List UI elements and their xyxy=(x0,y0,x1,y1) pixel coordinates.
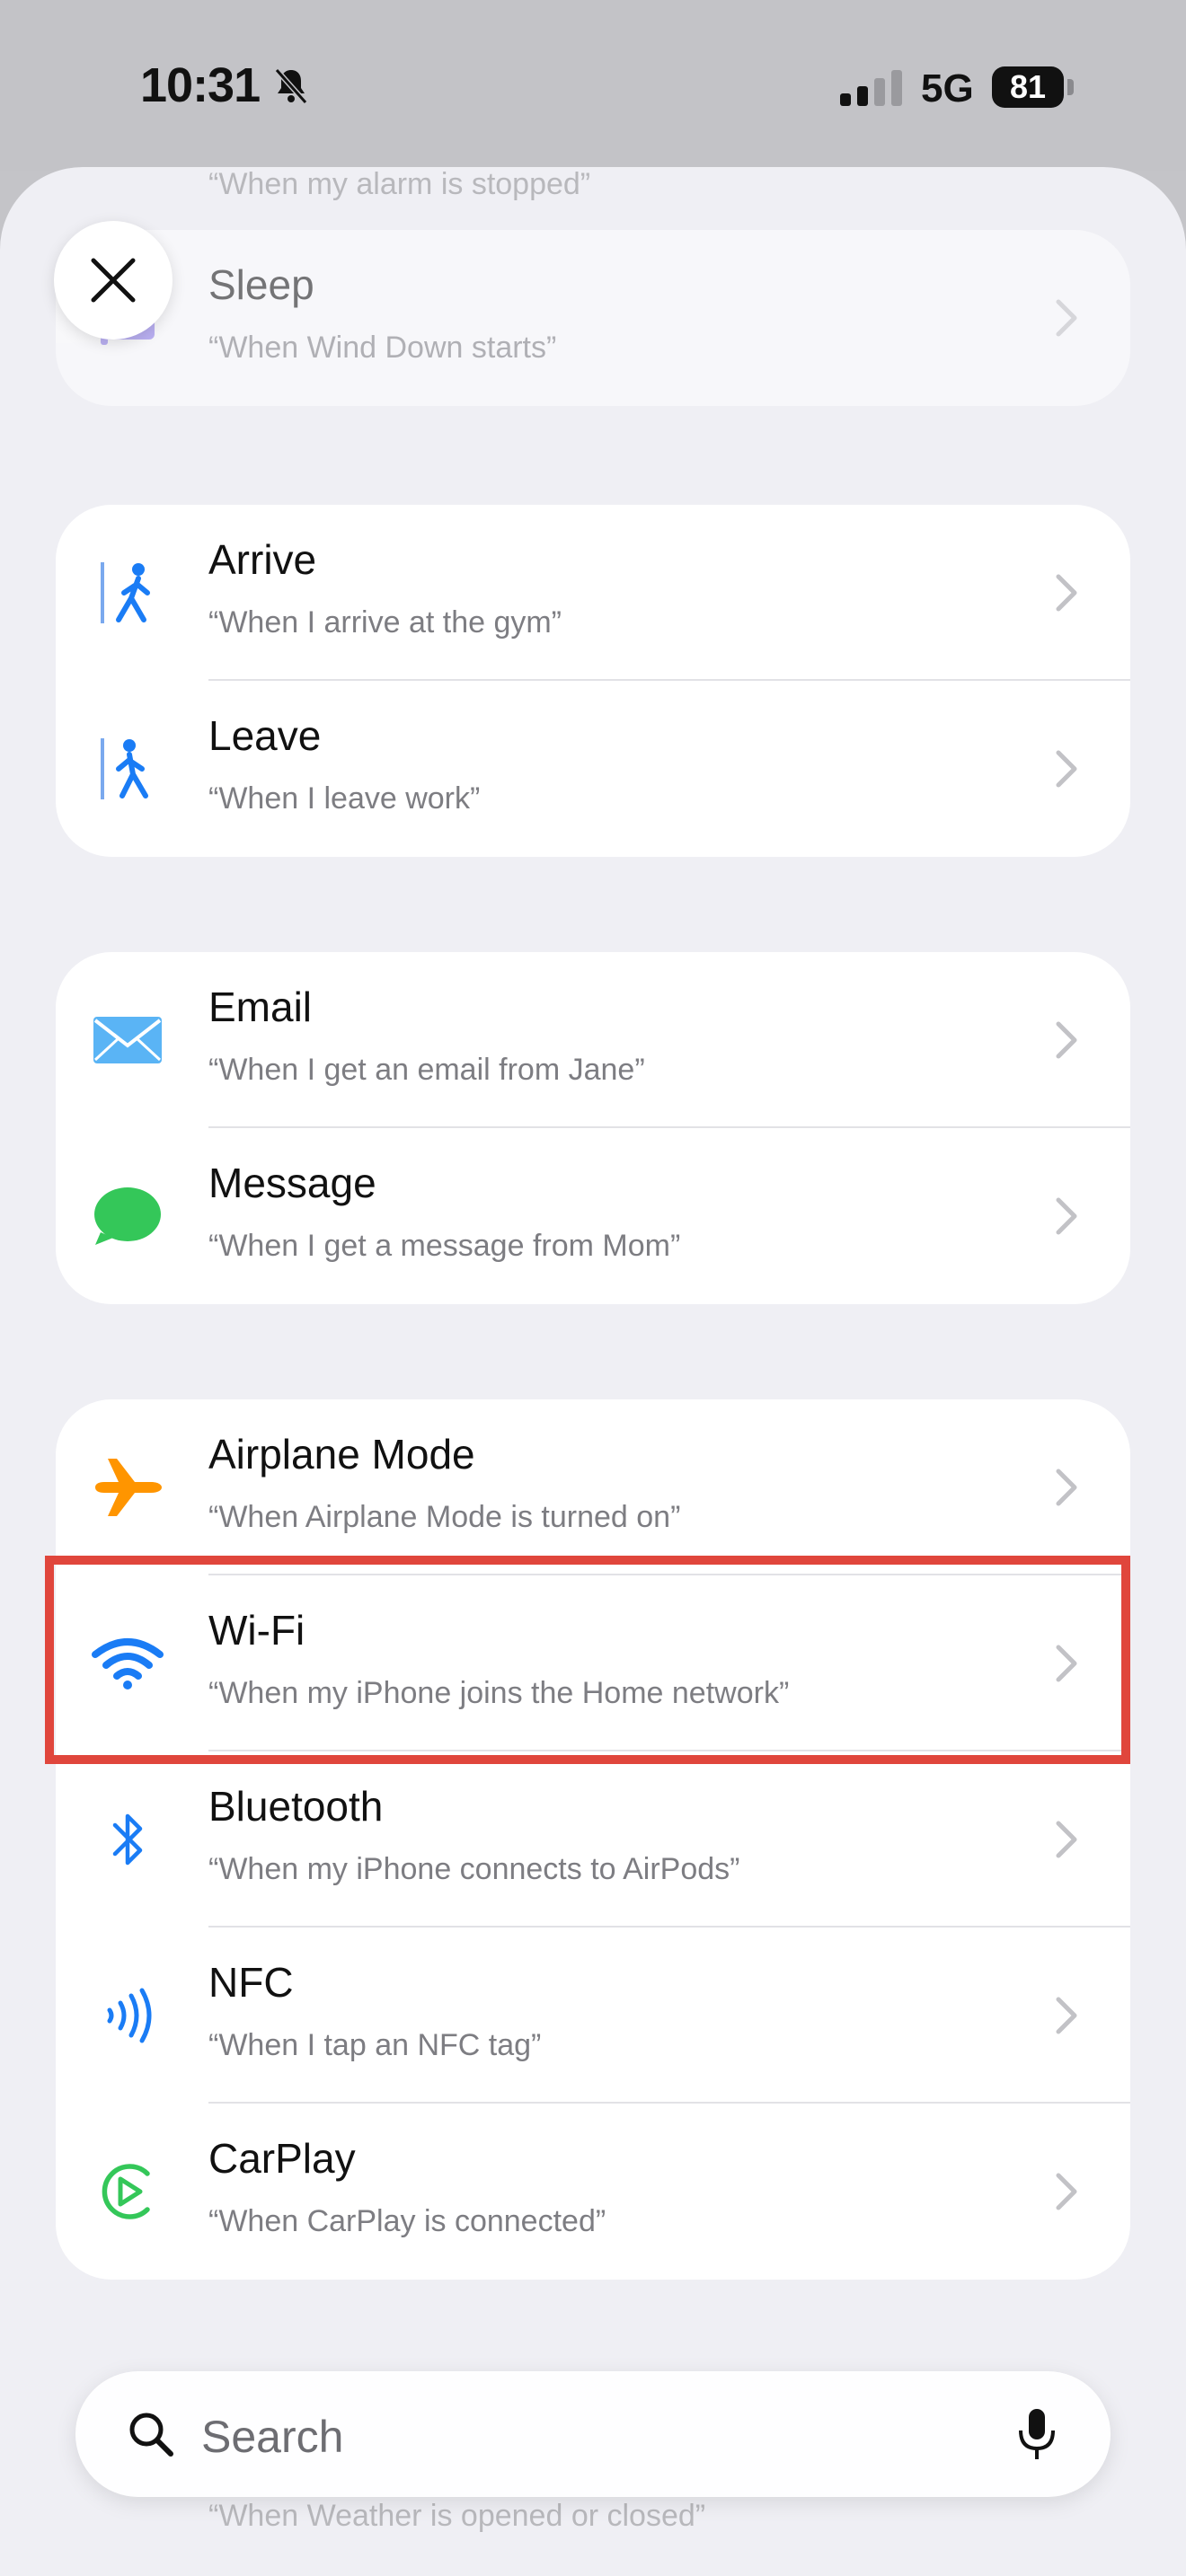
row-title: Leave xyxy=(208,712,322,759)
row-title: Bluetooth xyxy=(208,1783,384,1830)
group-sleep: Sleep “When Wind Down starts” xyxy=(56,230,1130,406)
group-communication: Email “When I get an email from Jane” Me… xyxy=(56,952,1130,1304)
chevron-right-icon xyxy=(1056,2173,1077,2210)
list-item-wifi[interactable]: Wi-Fi “When my iPhone joins the Home net… xyxy=(56,1575,1130,1751)
list-item-sleep[interactable]: Sleep “When Wind Down starts” xyxy=(56,230,1130,406)
row-subtitle: “When my iPhone joins the Home network” xyxy=(208,1676,790,1710)
close-icon xyxy=(91,258,136,303)
row-title: Arrive xyxy=(208,536,317,583)
chevron-right-icon xyxy=(1056,750,1077,788)
row-subtitle: “When Wind Down starts” xyxy=(208,331,557,365)
leave-icon xyxy=(92,733,164,805)
status-bar: 10:31 5G 81 xyxy=(0,0,1186,171)
row-title: Message xyxy=(208,1160,376,1206)
airplane-icon xyxy=(92,1451,164,1523)
list-item-bluetooth[interactable]: Bluetooth “When my iPhone connects to Ai… xyxy=(56,1751,1130,1928)
chevron-right-icon xyxy=(1056,1021,1077,1059)
group-location: Arrive “When I arrive at the gym” Leave … xyxy=(56,505,1130,857)
row-title: Airplane Mode xyxy=(208,1431,475,1478)
battery-cap xyxy=(1067,79,1074,95)
chevron-right-icon xyxy=(1056,1197,1077,1235)
nfc-icon xyxy=(92,1980,164,2051)
row-title: Email xyxy=(208,984,313,1030)
email-icon xyxy=(92,1004,164,1076)
chevron-right-icon xyxy=(1056,1821,1077,1858)
row-subtitle: “When I arrive at the gym” xyxy=(208,605,562,640)
group-device-triggers: Airplane Mode “When Airplane Mode is tur… xyxy=(56,1399,1130,2280)
bluetooth-icon xyxy=(92,1804,164,1875)
row-title: NFC xyxy=(208,1959,294,2006)
row-subtitle: “When my iPhone connects to AirPods” xyxy=(208,1852,740,1886)
carplay-icon xyxy=(92,2156,164,2228)
list-item-message[interactable]: Message “When I get a message from Mom” xyxy=(56,1128,1130,1304)
search-input[interactable]: Search xyxy=(201,2411,343,2463)
message-icon xyxy=(92,1180,164,1252)
scrolled-text-top: “When my alarm is stopped” xyxy=(208,167,591,201)
row-title: CarPlay xyxy=(208,2135,356,2182)
chevron-right-icon xyxy=(1056,574,1077,612)
chevron-right-icon xyxy=(1056,1645,1077,1682)
bell-slash-icon xyxy=(274,68,308,104)
network-type: 5G xyxy=(921,66,974,110)
search-icon xyxy=(129,2413,173,2457)
close-button[interactable] xyxy=(54,221,173,340)
row-title: Wi-Fi xyxy=(208,1607,305,1654)
chevron-right-icon xyxy=(1056,299,1077,337)
row-subtitle: “When I get a message from Mom” xyxy=(208,1229,681,1263)
chevron-right-icon xyxy=(1056,1469,1077,1506)
list-item-leave[interactable]: Leave “When I leave work” xyxy=(56,681,1130,857)
row-subtitle: “When I get an email from Jane” xyxy=(208,1053,645,1087)
microphone-icon[interactable] xyxy=(1017,2407,1057,2461)
automation-sheet: “When my alarm is stopped” Sleep “When W… xyxy=(0,167,1186,2576)
list-item-arrive[interactable]: Arrive “When I arrive at the gym” xyxy=(56,505,1130,681)
row-subtitle: “When Airplane Mode is turned on” xyxy=(208,1500,681,1534)
row-subtitle: “When I tap an NFC tag” xyxy=(208,2028,542,2062)
wifi-icon xyxy=(92,1628,164,1699)
status-time: 10:31 xyxy=(140,58,261,112)
row-subtitle: “When I leave work” xyxy=(208,781,481,816)
list-item-airplane-mode[interactable]: Airplane Mode “When Airplane Mode is tur… xyxy=(56,1399,1130,1575)
arrive-icon xyxy=(92,557,164,629)
list-item-carplay[interactable]: CarPlay “When CarPlay is connected” xyxy=(56,2104,1130,2280)
list-item-email[interactable]: Email “When I get an email from Jane” xyxy=(56,952,1130,1128)
chevron-right-icon xyxy=(1056,1997,1077,2034)
row-subtitle: “When CarPlay is connected” xyxy=(208,2204,606,2238)
search-bar[interactable]: Search xyxy=(75,2371,1111,2497)
row-title: Sleep xyxy=(208,261,314,308)
list-item-nfc[interactable]: NFC “When I tap an NFC tag” xyxy=(56,1928,1130,2104)
battery-indicator: 81 xyxy=(992,66,1064,108)
scrolled-text-bottom: “When Weather is opened or closed” xyxy=(208,2499,706,2533)
cellular-signal-icon xyxy=(840,70,902,106)
